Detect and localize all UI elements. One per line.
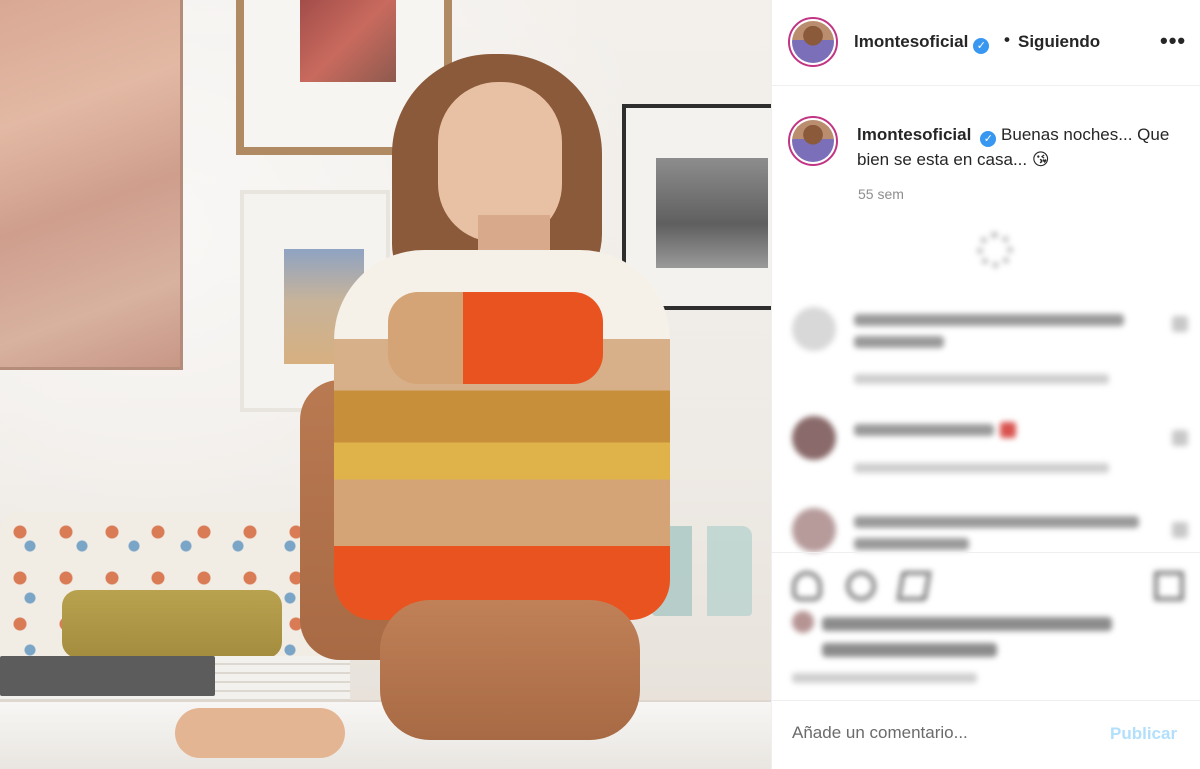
- verified-badge-icon: ✓: [980, 131, 997, 147]
- wall-painting-left: [0, 0, 183, 370]
- header-username[interactable]: lmontesoficial ✓: [854, 32, 990, 54]
- comment-emoji-redacted: [1000, 422, 1016, 438]
- comment-box: Publicar: [772, 700, 1200, 769]
- comment-meta-redacted: [854, 463, 1109, 473]
- liker-avatar[interactable]: [792, 611, 814, 633]
- caption-avatar[interactable]: [788, 116, 838, 166]
- post-date-redacted[interactable]: [792, 673, 977, 683]
- comment-text-redacted: [854, 314, 1124, 326]
- post-time[interactable]: 55 sem: [858, 186, 904, 202]
- comment-avatar[interactable]: [792, 307, 836, 351]
- comment-like-icon[interactable]: [1172, 522, 1188, 538]
- caption-username[interactable]: lmontesoficial: [857, 125, 971, 144]
- comment-text-redacted: [854, 516, 1139, 528]
- comment-avatar[interactable]: [792, 416, 836, 460]
- heart-icon[interactable]: [792, 571, 822, 601]
- avatar[interactable]: [788, 17, 838, 67]
- likes-text-redacted[interactable]: [822, 617, 1112, 631]
- post-side-panel: lmontesoficial ✓ • Siguiendo ••• lmonteso…: [771, 0, 1200, 769]
- caption-text-block: lmontesoficial ✓ Buenas noches... Que bie…: [857, 122, 1192, 172]
- post-photo[interactable]: [0, 0, 771, 769]
- cushion: [62, 590, 282, 658]
- comment-avatar[interactable]: [792, 508, 836, 552]
- comment-icon[interactable]: [846, 571, 876, 601]
- verified-badge-icon: ✓: [973, 38, 990, 54]
- comment-meta-redacted: [854, 374, 1109, 384]
- following-button[interactable]: Siguiendo: [1018, 32, 1100, 52]
- separator-dot: •: [1004, 30, 1010, 49]
- comment-text-redacted: [854, 424, 994, 436]
- woman-sleeve: [388, 292, 603, 384]
- publish-button[interactable]: Publicar: [1110, 724, 1177, 744]
- comment-like-icon[interactable]: [1172, 316, 1188, 332]
- share-icon[interactable]: [896, 571, 932, 601]
- username-text[interactable]: lmontesoficial: [854, 32, 968, 51]
- save-icon[interactable]: [1154, 571, 1184, 601]
- woman-foot: [175, 708, 345, 758]
- post-header: lmontesoficial ✓ • Siguiendo •••: [772, 0, 1200, 86]
- comment-input[interactable]: [792, 723, 1092, 743]
- comment-text-redacted: [854, 538, 969, 550]
- loading-spinner-icon: [977, 232, 1013, 268]
- more-options-icon[interactable]: •••: [1160, 28, 1186, 54]
- dark-book: [0, 656, 215, 696]
- post-actions: [772, 552, 1200, 702]
- comment-text-redacted: [854, 336, 944, 348]
- likes-text-redacted[interactable]: [822, 643, 997, 657]
- comment-like-icon[interactable]: [1172, 430, 1188, 446]
- woman-pants-lower: [380, 600, 640, 740]
